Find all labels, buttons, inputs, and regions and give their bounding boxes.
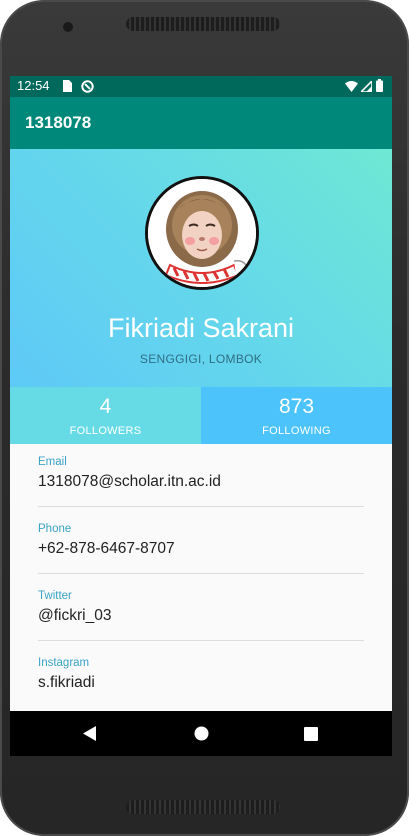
monkey-avatar-icon [148,179,256,287]
recents-icon [304,726,318,741]
following-stat[interactable]: 873 FOLLOWING [201,387,392,444]
divider [38,506,364,507]
followers-label: FOLLOWERS [69,425,142,437]
recents-button[interactable] [281,711,341,756]
home-icon [194,726,208,741]
twitter-value: @fickri_03 [38,607,112,624]
back-button[interactable] [60,711,120,756]
wifi-icon [345,81,358,92]
screen: 12:54 1318078 Fikriadi Sakrani SENGGIGI,… [10,76,392,756]
instagram-label: Instagram [38,657,90,669]
instagram-value: s.fikriadi [38,674,95,691]
twitter-label: Twitter [38,590,72,602]
profile-name: Fikriadi Sakrani [107,313,295,343]
twitter-item[interactable]: Twitter @fickri_03 [38,590,364,625]
status-bar: 12:54 [10,76,392,97]
navigation-bar [10,711,392,756]
profile-header: Fikriadi Sakrani SENGGIGI, LOMBOK [10,149,392,387]
email-label: Email [38,456,67,468]
phone-frame: 12:54 1318078 Fikriadi Sakrani SENGGIGI,… [0,0,409,836]
email-value: 1318078@scholar.itn.ac.id [38,473,221,490]
do-not-disturb-icon [81,80,94,93]
divider [38,573,364,574]
earpiece-speaker [126,17,280,31]
signal-icon [361,81,372,92]
battery-icon [376,79,383,92]
profile-avatar[interactable] [145,176,259,290]
email-item[interactable]: Email 1318078@scholar.itn.ac.id [38,456,364,491]
app-bar-title: 1318078 [25,113,92,132]
app-bar: 1318078 [10,97,392,149]
bottom-speaker [126,800,280,814]
front-camera [63,22,73,32]
following-count: 873 [278,395,315,418]
instagram-item[interactable]: Instagram s.fikriadi [38,657,364,692]
back-icon [83,726,96,741]
followers-count: 4 [99,395,112,418]
divider [38,640,364,641]
followers-stat[interactable]: 4 FOLLOWERS [10,387,201,444]
profile-location: SENGGIGI, LOMBOK [139,352,263,366]
phone-item[interactable]: Phone +62-878-6467-8707 [38,523,364,558]
status-time: 12:54 [17,78,50,93]
phone-label: Phone [38,523,72,535]
sim-card-icon [63,80,72,92]
following-label: FOLLOWING [262,425,331,437]
home-button[interactable] [171,711,231,756]
phone-value: +62-878-6467-8707 [38,540,175,557]
